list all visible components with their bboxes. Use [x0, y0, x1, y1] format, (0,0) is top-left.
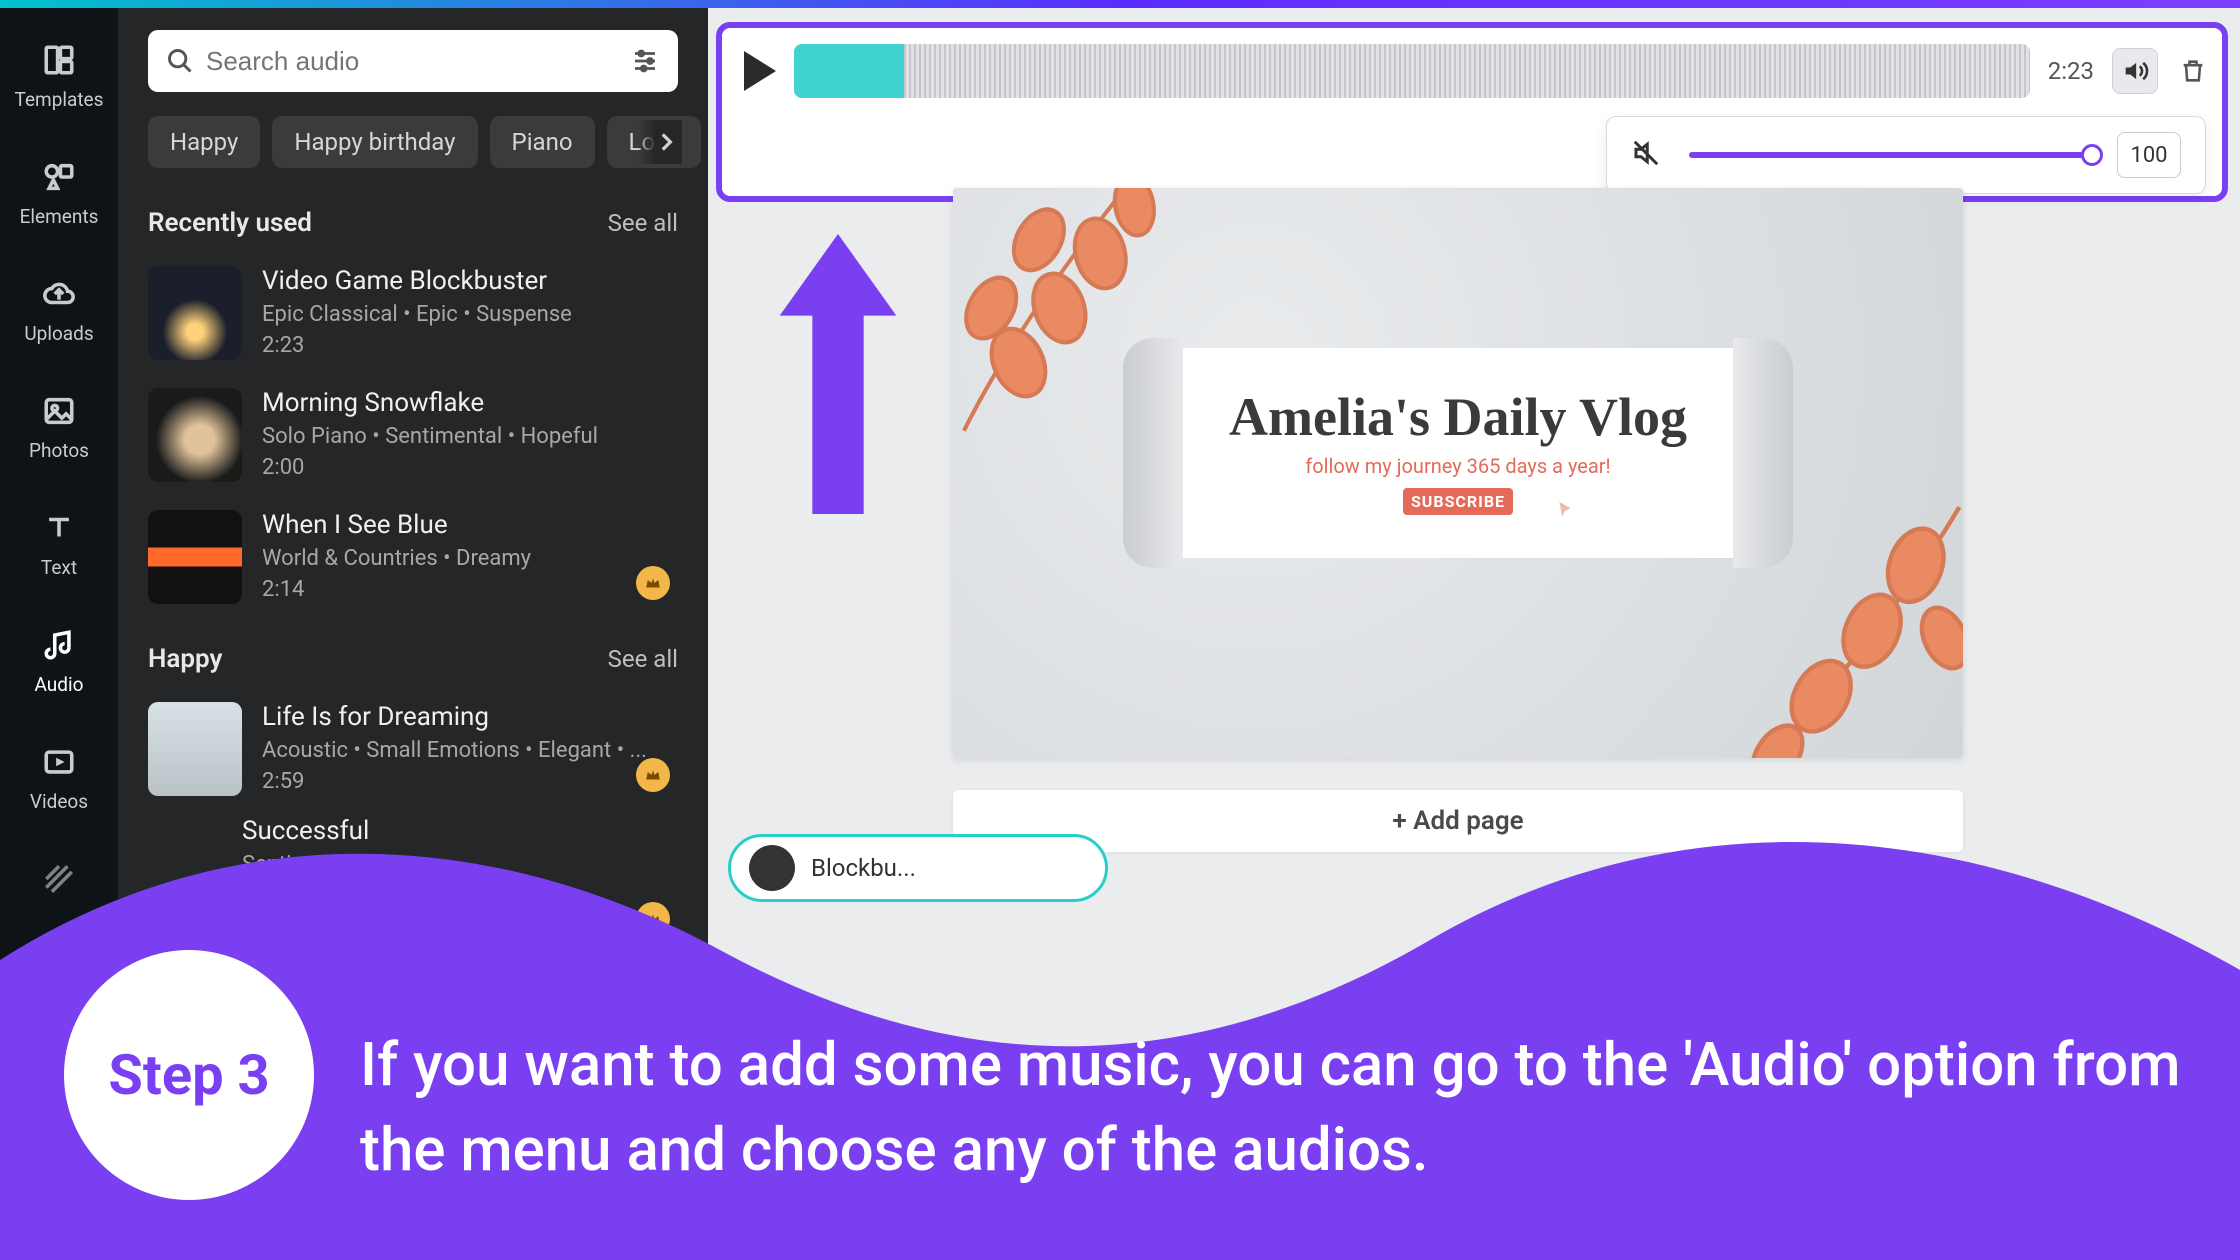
premium-badge-icon	[636, 902, 670, 936]
rail-label: Audio	[35, 673, 84, 696]
sidebar-item-photos[interactable]: Photos	[0, 383, 118, 470]
sidebar-item-templates[interactable]: Templates	[0, 32, 118, 119]
track-name: Video Game Blockbuster	[262, 266, 572, 296]
rail-label: Templates	[15, 88, 104, 111]
sidebar-item-text[interactable]: Text	[0, 500, 118, 587]
section-title-recent: Recently used	[148, 208, 312, 238]
photos-icon	[39, 391, 79, 431]
track-item[interactable]: When I See Blue World & Countries • Drea…	[148, 510, 678, 604]
track-thumb	[148, 388, 242, 482]
sidebar-item-videos[interactable]: Videos	[0, 734, 118, 821]
mute-icon[interactable]	[1631, 138, 1665, 172]
track-name: When I See Blue	[262, 510, 531, 540]
track-name: Life Is for Dreaming	[262, 702, 647, 732]
premium-badge-icon	[636, 566, 670, 600]
section-title-happy: Happy	[148, 644, 222, 674]
canvas-area: 2:23 100	[708, 8, 2240, 1260]
track-name: Morning Snowflake	[262, 388, 598, 418]
elements-icon	[39, 157, 79, 197]
page-title: Amelia's Daily Vlog	[1173, 348, 1743, 448]
volume-button[interactable]	[2112, 48, 2158, 94]
volume-slider[interactable]	[1689, 152, 2093, 158]
track-item[interactable]: Life Is for Dreaming Acoustic • Small Em…	[148, 702, 678, 796]
search-input[interactable]	[206, 46, 618, 77]
seeall-recent[interactable]: See all	[608, 209, 678, 237]
cursor-icon	[1553, 500, 1575, 522]
audio-duration: 2:23	[2048, 57, 2094, 85]
filter-icon[interactable]	[630, 46, 660, 76]
search-icon	[166, 47, 194, 75]
track-desc: Acoustic • Small Emotions • Elegant • ..…	[262, 738, 647, 763]
track-item[interactable]: Video Game Blockbuster Epic Classical • …	[148, 266, 678, 360]
templates-icon	[39, 40, 79, 80]
chip-scroll-right[interactable]	[638, 120, 682, 164]
uploads-icon	[39, 274, 79, 314]
design-page[interactable]: Amelia's Daily Vlog follow my journey 36…	[953, 188, 1963, 758]
chip-row: Happy Happy birthday Piano Love	[148, 116, 678, 168]
track-duration: 2:00	[262, 455, 598, 480]
left-rail: Templates Elements Uploads Photos Text A…	[0, 8, 118, 1260]
videos-icon	[39, 742, 79, 782]
chip-happy-birthday[interactable]: Happy birthday	[272, 116, 477, 168]
track-duration: 2:59	[262, 769, 647, 794]
annotation-arrow-icon	[778, 234, 898, 518]
volume-popover: 100	[1606, 116, 2206, 194]
track-desc: Solo Piano • Sentimental • Hopeful	[262, 424, 598, 449]
pill-label: Blockbu...	[811, 854, 1087, 882]
pill-thumb	[749, 845, 795, 891]
track-thumb	[148, 702, 242, 796]
track-duration: 2:23	[262, 333, 572, 358]
track-thumb	[148, 510, 242, 604]
volume-value[interactable]: 100	[2117, 132, 2181, 178]
track-desc: World & Countries • Dreamy	[262, 546, 531, 571]
chip-happy[interactable]: Happy	[148, 116, 260, 168]
track-item[interactable]: Morning Snowflake Solo Piano • Sentiment…	[148, 388, 678, 482]
audio-waveform[interactable]	[794, 44, 2030, 98]
rail-label: Photos	[29, 439, 89, 462]
sidebar-item-more[interactable]	[0, 851, 118, 915]
chip-piano[interactable]: Piano	[490, 116, 595, 168]
delete-audio-button[interactable]	[2176, 54, 2210, 88]
audio-panel: Happy Happy birthday Piano Love Recently…	[118, 8, 708, 1260]
track-desc: Epic Classical • Epic • Suspense	[262, 302, 572, 327]
track-desc: Sentimental	[242, 852, 369, 877]
rail-label: Text	[41, 556, 77, 579]
text-icon	[39, 508, 79, 548]
rail-label: Videos	[30, 790, 88, 813]
torn-paper-card: Amelia's Daily Vlog follow my journey 36…	[1173, 348, 1743, 558]
sidebar-item-uploads[interactable]: Uploads	[0, 266, 118, 353]
rail-label: Elements	[20, 205, 99, 228]
timeline-audio-pill[interactable]: Blockbu...	[728, 834, 1108, 902]
rail-label: Uploads	[24, 322, 93, 345]
seeall-happy[interactable]: See all	[608, 645, 678, 673]
hatch-icon	[39, 859, 79, 899]
track-thumb	[148, 266, 242, 360]
search-box	[148, 30, 678, 92]
add-page-button[interactable]: + Add page	[953, 790, 1963, 852]
track-item[interactable]: Successful Sentimental	[148, 816, 678, 910]
sidebar-item-elements[interactable]: Elements	[0, 149, 118, 236]
subscribe-button: SUBSCRIBE	[1403, 488, 1513, 515]
play-button[interactable]	[744, 51, 776, 91]
track-name: Successful	[242, 816, 369, 846]
page-subtitle: follow my journey 365 days a year!	[1173, 454, 1743, 478]
track-duration: 2:14	[262, 577, 531, 602]
audio-toolbar: 2:23 100	[716, 22, 2228, 202]
audio-icon	[39, 625, 79, 665]
sidebar-item-audio[interactable]: Audio	[0, 617, 118, 704]
premium-badge-icon	[636, 758, 670, 792]
